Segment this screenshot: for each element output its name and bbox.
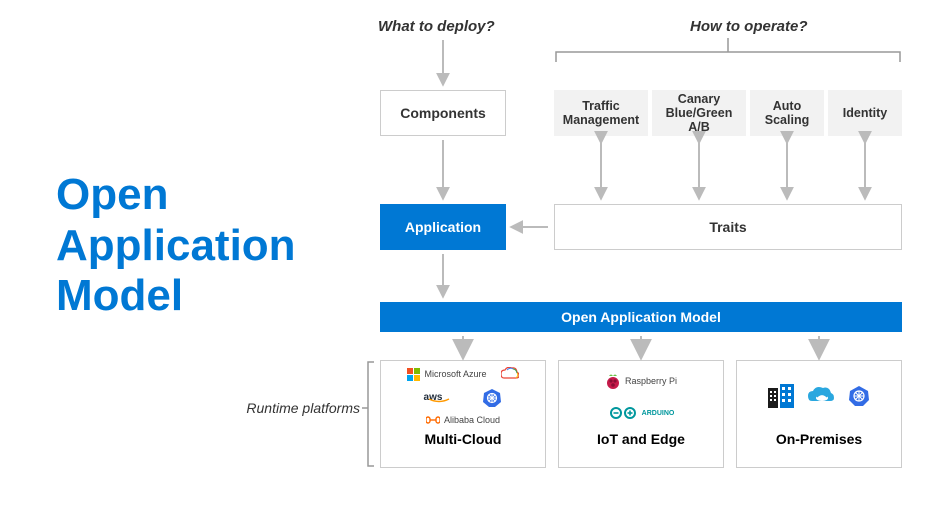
arduino-icon: ARDUINO: [608, 406, 675, 420]
trait-identity-box: Identity: [828, 90, 902, 136]
platform-onprem-label: On-Premises: [737, 425, 901, 457]
trait-auto-box: Auto Scaling: [750, 90, 824, 136]
alibaba-icon: Alibaba Cloud: [426, 415, 500, 425]
traits-box: Traits: [554, 204, 902, 250]
runtime-platforms-label: Runtime platforms: [220, 400, 360, 416]
components-box: Components: [380, 90, 506, 136]
trait-canary-box: Canary Blue/Green A/B: [652, 90, 746, 136]
gcp-icon: [501, 367, 519, 381]
platform-onprem: On-Premises: [736, 360, 902, 468]
question-operate: How to operate?: [690, 18, 808, 35]
azure-icon: Microsoft Azure: [407, 368, 486, 381]
platform-iot: Raspberry Pi ARDUINO IoT and Edge: [558, 360, 724, 468]
platform-multicloud-label: Multi-Cloud: [381, 425, 545, 457]
trait-traffic-box: Traffic Management: [554, 90, 648, 136]
oam-bar: Open Application Model: [380, 302, 902, 332]
question-deploy: What to deploy?: [378, 18, 495, 35]
diagram-title: Open Application Model: [56, 170, 316, 322]
buildings-icon: [768, 384, 794, 408]
platform-iot-label: IoT and Edge: [559, 425, 723, 457]
aws-icon: aws: [424, 392, 469, 403]
kubernetes-icon: [482, 388, 502, 408]
service-fabric-icon: [808, 385, 834, 407]
platform-multicloud: Microsoft Azure aws Alibaba Cloud Multi-…: [380, 360, 546, 468]
application-box: Application: [380, 204, 506, 250]
raspberrypi-icon: Raspberry Pi: [605, 372, 677, 390]
kubernetes-onprem-icon: [848, 385, 870, 407]
